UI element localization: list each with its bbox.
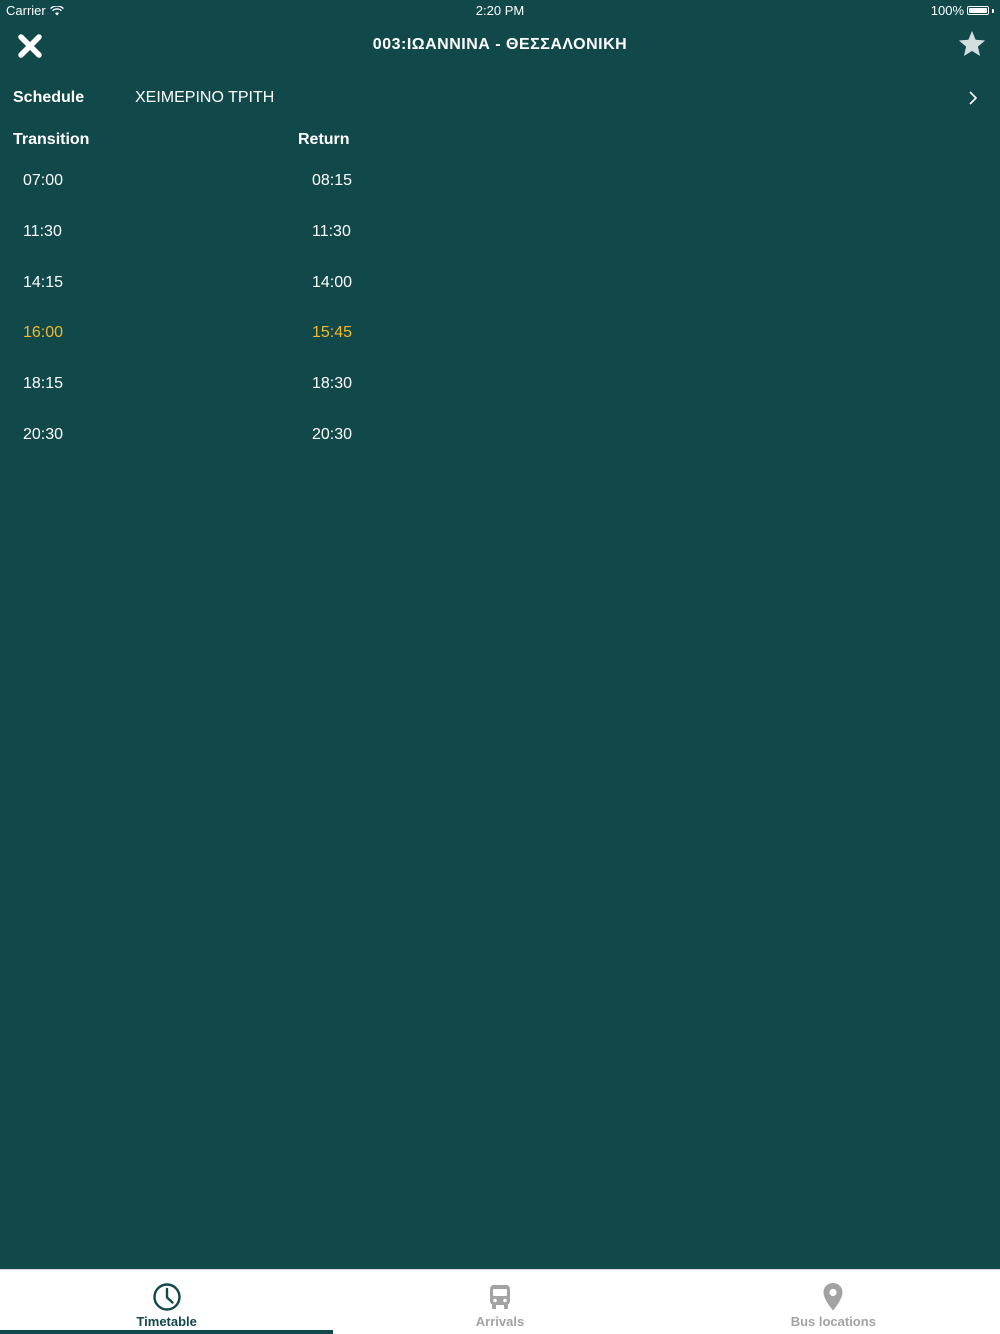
transition-time-item: 14:15 [23, 273, 64, 291]
favorite-button[interactable] [954, 26, 990, 62]
return-time-item: 18:30 [312, 375, 353, 393]
transition-time-item: 11:30 [23, 222, 62, 240]
transition-time-item: 07:00 [23, 172, 64, 189]
battery-icon [967, 6, 989, 15]
return-time-item: 15:45 [312, 324, 353, 342]
bus-icon [485, 1282, 515, 1312]
status-bar: Carrier 2:20 PM 100% [0, 0, 1000, 20]
transition-header: Transition [13, 131, 90, 148]
tab-label: Bus locations [790, 1314, 876, 1329]
tab-label: Timetable [136, 1314, 197, 1329]
return-time-item: 20:30 [312, 425, 353, 443]
battery-tip [992, 8, 994, 13]
transition-time-list: 07:00 11:30 14:15 16:00 18:15 20:30 [23, 163, 63, 468]
status-battery: 100% [931, 3, 994, 18]
tab-timetable[interactable]: Timetable [0, 1270, 334, 1334]
nav-bar: 003:ΙΩΑΝΝΙΝΑ - ΘΕΣΣΑΛΟΝΙΚΗ [0, 20, 1000, 72]
return-header: Return [298, 131, 350, 148]
return-time-list: 08:15 11:30 14:00 15:45 18:30 20:30 [312, 163, 352, 468]
close-icon [18, 34, 42, 58]
tab-bar: Timetable Arrivals Bus locations [0, 1269, 1000, 1334]
return-time-item: 14:00 [312, 273, 353, 291]
transition-time-item: 18:15 [23, 375, 64, 393]
star-icon [958, 30, 986, 56]
location-pin-icon [818, 1282, 848, 1312]
schedule-label: Schedule [13, 89, 85, 106]
return-time-item: 08:15 [312, 172, 353, 189]
close-button[interactable] [12, 28, 48, 64]
transition-time-item: 16:00 [23, 324, 64, 342]
return-time-item: 11:30 [312, 222, 351, 240]
tab-arrivals[interactable]: Arrivals [333, 1270, 666, 1334]
schedule-value: ΧΕΙΜΕΡΙΝΟ ΤΡΙΤΗ [135, 89, 275, 106]
clock-icon [152, 1282, 182, 1312]
transition-time-item: 20:30 [23, 425, 64, 443]
battery-fill [969, 8, 987, 13]
schedule-selector[interactable]: Schedule ΧΕΙΜΕΡΙΝΟ ΤΡΙΤΗ [0, 80, 1000, 116]
battery-percent: 100% [930, 3, 964, 18]
status-time: 2:20 PM [475, 3, 525, 18]
tab-label: Arrivals [475, 1314, 525, 1329]
page-title: 003:ΙΩΑΝΝΙΝΑ - ΘΕΣΣΑΛΟΝΙΚΗ [372, 36, 628, 53]
chevron-right-icon [969, 91, 978, 105]
tab-bus-locations[interactable]: Bus locations [667, 1270, 1000, 1334]
active-tab-indicator [0, 1330, 334, 1334]
